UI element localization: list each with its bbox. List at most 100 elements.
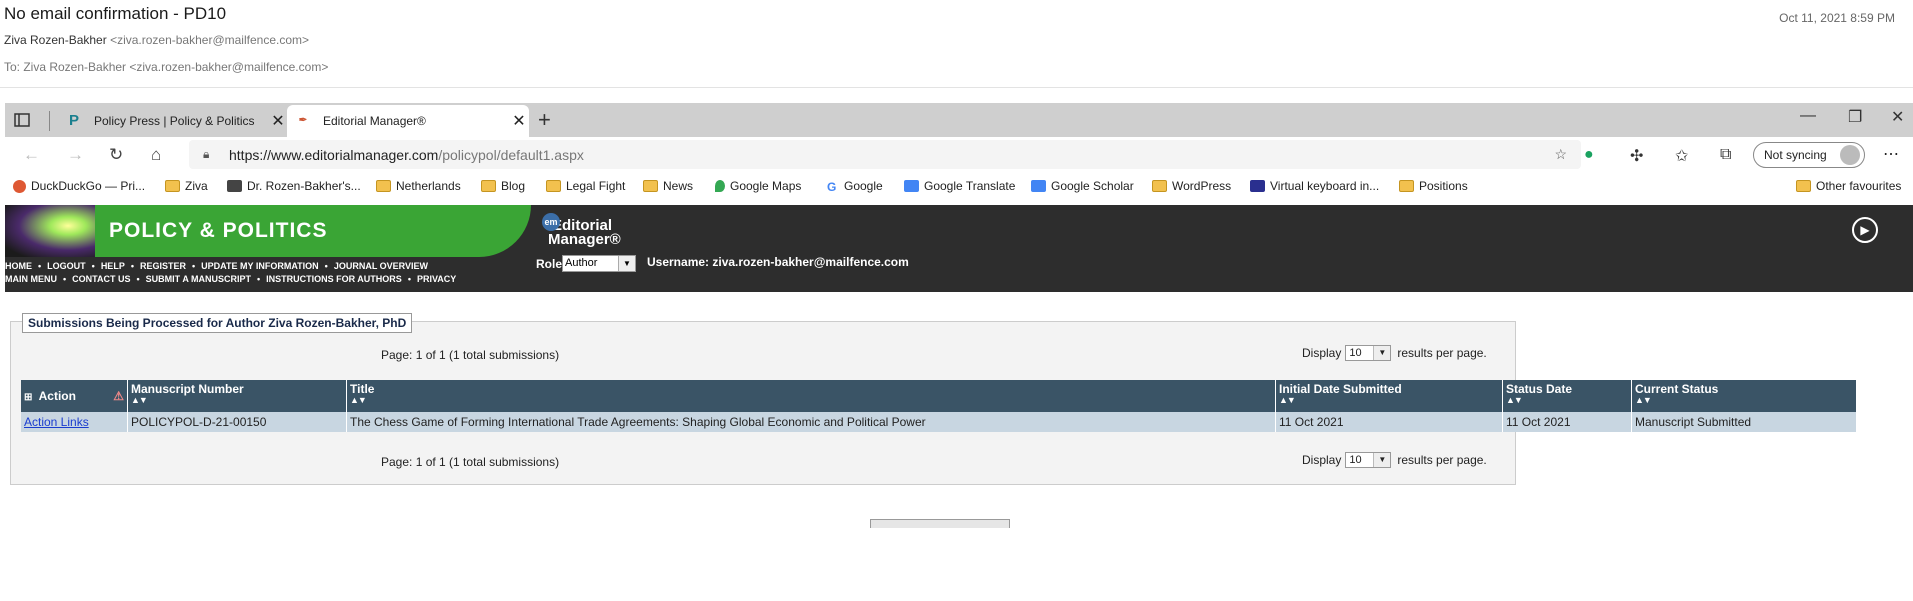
refresh-icon[interactable]: ↻ <box>109 145 123 165</box>
close-icon[interactable]: ✕ <box>509 111 529 131</box>
bookmark-item[interactable]: Ziva <box>165 179 208 193</box>
column-header-manuscript-number[interactable]: Manuscript Number ▲▼ <box>127 380 347 412</box>
more-icon[interactable]: ⋯ <box>1883 144 1899 164</box>
forward-icon[interactable]: → <box>67 145 84 165</box>
column-label: Current Status <box>1635 382 1719 396</box>
sort-icon[interactable]: ▲▼ <box>131 396 343 405</box>
journal-nav: HOME • LOGOUT • HELP • REGISTER • UPDATE MY INFO… <box>5 260 456 286</box>
chevron-down-icon: ▼ <box>1373 346 1391 360</box>
main-menu-button[interactable] <box>870 519 1010 528</box>
folder-icon <box>643 180 658 192</box>
window-close-icon[interactable]: ✕ <box>1891 107 1904 127</box>
bookmark-item[interactable]: G Google <box>827 179 883 194</box>
address-bar[interactable]: 🔒︎ https://www.editorialmanager.com/poli… <box>189 140 1581 169</box>
close-icon[interactable]: ✕ <box>268 111 288 131</box>
cell-title: The Chess Game of Forming International … <box>346 412 1276 432</box>
sort-icon[interactable]: ▲▼ <box>1279 396 1499 405</box>
grammarly-icon[interactable]: ● <box>1584 146 1594 164</box>
folder-icon <box>165 180 180 192</box>
expand-icon[interactable]: ⊞ <box>24 392 32 403</box>
back-icon[interactable]: ← <box>23 145 40 165</box>
nav-journal-overview[interactable]: JOURNAL OVERVIEW <box>334 261 428 271</box>
nav-help[interactable]: HELP <box>101 261 125 271</box>
panel-title: Submissions Being Processed for Author Z… <box>22 313 413 333</box>
bookmark-item[interactable]: Virtual keyboard in... <box>1250 179 1379 193</box>
bookmark-label: Google Maps <box>730 179 802 193</box>
nav-instructions[interactable]: INSTRUCTIONS FOR AUTHORS <box>266 274 402 284</box>
cell-current-status: Manuscript Submitted <box>1631 412 1857 432</box>
table-row: Action Links POLICYPOL-D-21-00150 The Ch… <box>21 412 1857 432</box>
bookmark-item[interactable]: Netherlands <box>376 179 461 193</box>
new-tab-icon[interactable]: + <box>538 107 551 133</box>
collections-icon[interactable]: ⧉ <box>1720 146 1731 164</box>
sync-button[interactable]: Not syncing <box>1753 142 1865 168</box>
column-header-status-date[interactable]: Status Date ▲▼ <box>1502 380 1632 412</box>
nav-logout[interactable]: LOGOUT <box>47 261 86 271</box>
role-value: Author <box>565 257 598 269</box>
nav-submit-manuscript[interactable]: SUBMIT A MANUSCRIPT <box>146 274 251 284</box>
bookmark-item[interactable]: Google Translate <box>904 179 1015 193</box>
nav-main-menu[interactable]: MAIN MENU <box>5 274 57 284</box>
sort-icon[interactable]: ▲▼ <box>1506 396 1628 405</box>
bookmark-item[interactable]: WordPress <box>1152 179 1231 193</box>
email-date: Oct 11, 2021 8:59 PM <box>1779 11 1895 25</box>
results-per-page-select[interactable]: 10 ▼ <box>1345 345 1392 361</box>
sync-label: Not syncing <box>1764 148 1827 162</box>
table-header-row: ⊞ Action ⚠ Manuscript Number ▲▼ Title ▲▼ I… <box>21 380 1857 412</box>
bookmark-label: Dr. Rozen-Bakher's... <box>247 179 361 193</box>
bookmark-item[interactable]: News <box>643 179 693 193</box>
extensions-icon[interactable]: ✣ <box>1630 146 1643 166</box>
nav-update-info[interactable]: UPDATE MY INFORMATION <box>201 261 319 271</box>
bookmark-item[interactable]: Dr. Rozen-Bakher's... <box>227 179 361 193</box>
bookmark-label: News <box>663 179 694 193</box>
bookmark-label: Positions <box>1419 179 1468 193</box>
results-per-page-select[interactable]: 10 ▼ <box>1345 452 1392 468</box>
tab-editorial-manager[interactable]: ✒ Editorial Manager® ✕ <box>287 105 529 137</box>
bookmark-label: Blog <box>501 179 526 193</box>
play-icon[interactable]: ▶ <box>1852 217 1878 243</box>
cell-initial-date: 11 Oct 2021 <box>1275 412 1503 432</box>
column-header-initial-date[interactable]: Initial Date Submitted ▲▼ <box>1275 380 1503 412</box>
nav-contact-us[interactable]: CONTACT US <box>72 274 130 284</box>
folder-icon <box>481 180 496 192</box>
folder-icon <box>1796 180 1811 192</box>
column-header-current-status[interactable]: Current Status ▲▼ <box>1631 380 1857 412</box>
tab-policy-press[interactable]: P Policy Press | Policy & Politics ✕ <box>58 105 288 137</box>
bookmark-item[interactable]: DuckDuckGo — Pri... <box>13 179 145 193</box>
favourites-icon[interactable]: ✩ <box>1675 146 1688 166</box>
results-per-page-value: 10 <box>1349 347 1362 359</box>
bookmark-label: Google Scholar <box>1051 179 1134 193</box>
journal-title: POLICY & POLITICS <box>109 219 328 242</box>
role-select[interactable]: Author ▼ <box>562 255 636 272</box>
restore-icon[interactable]: ❐ <box>1848 107 1862 127</box>
add-favourite-icon[interactable]: ☆ <box>1554 146 1567 163</box>
duckduckgo-icon <box>13 179 26 193</box>
column-header-title[interactable]: Title ▲▼ <box>346 380 1276 412</box>
policy-press-favicon-icon: P <box>68 112 79 129</box>
bookmark-item[interactable]: Blog <box>481 179 525 193</box>
minimize-icon[interactable]: — <box>1800 107 1816 125</box>
column-label: Action <box>38 389 76 403</box>
display-label: Display <box>1302 346 1342 360</box>
results-per-page-value: 10 <box>1349 454 1362 466</box>
bookmark-item[interactable]: Google Scholar <box>1031 179 1134 193</box>
sort-icon[interactable]: ▲▼ <box>350 396 1272 405</box>
folder-icon <box>1152 180 1167 192</box>
keyboard-icon <box>1250 180 1265 192</box>
column-header-action[interactable]: ⊞ Action ⚠ <box>21 380 128 412</box>
nav-register[interactable]: REGISTER <box>140 261 186 271</box>
sender-name: Ziva Rozen-Bakher <box>4 33 107 47</box>
home-icon[interactable]: ⌂ <box>151 145 161 165</box>
bookmark-item[interactable]: Positions <box>1399 179 1468 193</box>
bookmark-other-favourites[interactable]: Other favourites <box>1796 179 1901 193</box>
bookmark-item[interactable]: Google Maps <box>715 179 801 193</box>
sort-icon[interactable]: ▲▼ <box>1635 396 1853 405</box>
browser-toolbar: ← → ↻ ⌂ 🔒︎ https://www.editorialmanager.… <box>5 137 1913 173</box>
tab-actions-icon[interactable] <box>13 111 31 129</box>
bookmark-item[interactable]: Legal Fight <box>546 179 625 193</box>
nav-home[interactable]: HOME <box>5 261 32 271</box>
nav-privacy[interactable]: PRIVACY <box>417 274 456 284</box>
cell-manuscript-number: POLICYPOL-D-21-00150 <box>127 412 347 432</box>
action-links-link[interactable]: Action Links <box>24 415 89 429</box>
submissions-table: ⊞ Action ⚠ Manuscript Number ▲▼ Title ▲▼ I… <box>21 380 1857 432</box>
